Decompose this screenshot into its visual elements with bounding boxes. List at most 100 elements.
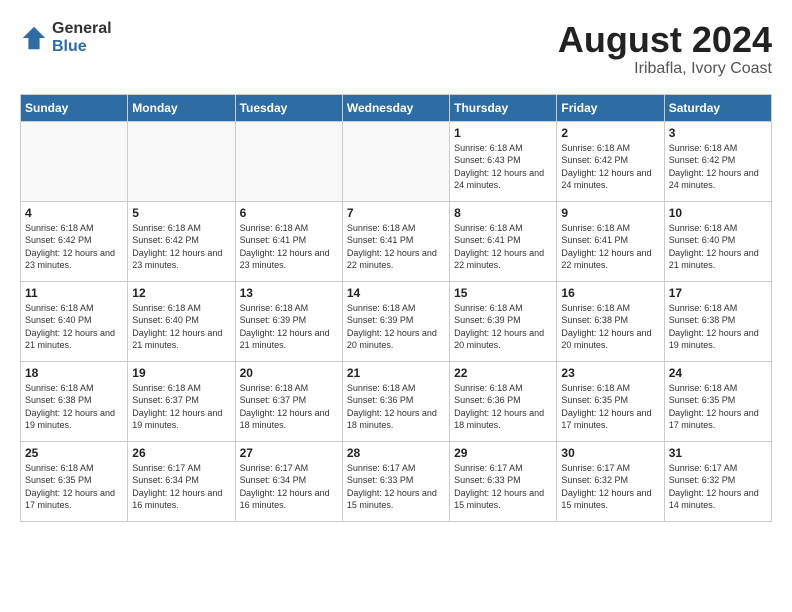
day-number: 31 bbox=[669, 446, 767, 460]
weekday-header-wednesday: Wednesday bbox=[342, 94, 449, 121]
day-info: Sunrise: 6:18 AM Sunset: 6:40 PM Dayligh… bbox=[669, 222, 767, 272]
logo-general: General bbox=[52, 20, 112, 38]
day-number: 19 bbox=[132, 366, 230, 380]
day-info: Sunrise: 6:18 AM Sunset: 6:39 PM Dayligh… bbox=[240, 302, 338, 352]
calendar-cell: 17 Sunrise: 6:18 AM Sunset: 6:38 PM Dayli… bbox=[664, 281, 771, 361]
day-number: 27 bbox=[240, 446, 338, 460]
day-info: Sunrise: 6:17 AM Sunset: 6:34 PM Dayligh… bbox=[132, 462, 230, 512]
calendar-cell: 6 Sunrise: 6:18 AM Sunset: 6:41 PM Daylig… bbox=[235, 201, 342, 281]
calendar-cell: 24 Sunrise: 6:18 AM Sunset: 6:35 PM Dayli… bbox=[664, 361, 771, 441]
day-info: Sunrise: 6:18 AM Sunset: 6:41 PM Dayligh… bbox=[240, 222, 338, 272]
day-info: Sunrise: 6:17 AM Sunset: 6:33 PM Dayligh… bbox=[454, 462, 552, 512]
logo-icon bbox=[20, 24, 48, 52]
page-header: General Blue August 2024 Iribafla, Ivory… bbox=[20, 20, 772, 78]
calendar-cell: 1Sunrise: 6:18 AM Sunset: 6:43 PM Daylig… bbox=[450, 121, 557, 201]
day-number: 4 bbox=[25, 206, 123, 220]
day-number: 24 bbox=[669, 366, 767, 380]
day-number: 21 bbox=[347, 366, 445, 380]
calendar-cell: 27 Sunrise: 6:17 AM Sunset: 6:34 PM Dayli… bbox=[235, 441, 342, 521]
calendar-cell: 12 Sunrise: 6:18 AM Sunset: 6:40 PM Dayli… bbox=[128, 281, 235, 361]
day-number: 13 bbox=[240, 286, 338, 300]
day-info: Sunrise: 6:17 AM Sunset: 6:33 PM Dayligh… bbox=[347, 462, 445, 512]
calendar-cell: 9Sunrise: 6:18 AM Sunset: 6:41 PM Daylig… bbox=[557, 201, 664, 281]
day-number: 5 bbox=[132, 206, 230, 220]
day-number: 10 bbox=[669, 206, 767, 220]
day-info: Sunrise: 6:17 AM Sunset: 6:32 PM Dayligh… bbox=[669, 462, 767, 512]
day-info: Sunrise: 6:18 AM Sunset: 6:43 PM Dayligh… bbox=[454, 142, 552, 192]
day-info: Sunrise: 6:18 AM Sunset: 6:35 PM Dayligh… bbox=[561, 382, 659, 432]
calendar-cell bbox=[342, 121, 449, 201]
day-info: Sunrise: 6:18 AM Sunset: 6:38 PM Dayligh… bbox=[25, 382, 123, 432]
calendar-table: SundayMondayTuesdayWednesdayThursdayFrid… bbox=[20, 94, 772, 522]
day-number: 30 bbox=[561, 446, 659, 460]
day-info: Sunrise: 6:18 AM Sunset: 6:39 PM Dayligh… bbox=[347, 302, 445, 352]
day-number: 12 bbox=[132, 286, 230, 300]
day-number: 28 bbox=[347, 446, 445, 460]
day-info: Sunrise: 6:18 AM Sunset: 6:42 PM Dayligh… bbox=[561, 142, 659, 192]
calendar-cell: 4Sunrise: 6:18 AM Sunset: 6:42 PM Daylig… bbox=[21, 201, 128, 281]
calendar-cell: 20 Sunrise: 6:18 AM Sunset: 6:37 PM Dayli… bbox=[235, 361, 342, 441]
day-number: 23 bbox=[561, 366, 659, 380]
calendar-cell: 30 Sunrise: 6:17 AM Sunset: 6:32 PM Dayli… bbox=[557, 441, 664, 521]
day-info: Sunrise: 6:18 AM Sunset: 6:41 PM Dayligh… bbox=[454, 222, 552, 272]
calendar-cell: 11Sunrise: 6:18 AM Sunset: 6:40 PM Dayli… bbox=[21, 281, 128, 361]
calendar-cell: 23 Sunrise: 6:18 AM Sunset: 6:35 PM Dayli… bbox=[557, 361, 664, 441]
weekday-header-thursday: Thursday bbox=[450, 94, 557, 121]
calendar-cell: 10 Sunrise: 6:18 AM Sunset: 6:40 PM Dayli… bbox=[664, 201, 771, 281]
day-number: 15 bbox=[454, 286, 552, 300]
calendar-cell: 16 Sunrise: 6:18 AM Sunset: 6:38 PM Dayli… bbox=[557, 281, 664, 361]
title-month: August 2024 bbox=[558, 20, 772, 60]
day-info: Sunrise: 6:18 AM Sunset: 6:36 PM Dayligh… bbox=[454, 382, 552, 432]
day-info: Sunrise: 6:17 AM Sunset: 6:34 PM Dayligh… bbox=[240, 462, 338, 512]
calendar-cell: 2 Sunrise: 6:18 AM Sunset: 6:42 PM Daylig… bbox=[557, 121, 664, 201]
title-block: August 2024 Iribafla, Ivory Coast bbox=[558, 20, 772, 78]
day-number: 26 bbox=[132, 446, 230, 460]
calendar-cell: 31 Sunrise: 6:17 AM Sunset: 6:32 PM Dayli… bbox=[664, 441, 771, 521]
day-number: 25 bbox=[25, 446, 123, 460]
day-number: 2 bbox=[561, 126, 659, 140]
day-number: 6 bbox=[240, 206, 338, 220]
day-info: Sunrise: 6:18 AM Sunset: 6:40 PM Dayligh… bbox=[25, 302, 123, 352]
day-number: 16 bbox=[561, 286, 659, 300]
calendar-cell: 8 Sunrise: 6:18 AM Sunset: 6:41 PM Daylig… bbox=[450, 201, 557, 281]
logo: General Blue bbox=[20, 20, 112, 55]
day-info: Sunrise: 6:18 AM Sunset: 6:38 PM Dayligh… bbox=[669, 302, 767, 352]
day-info: Sunrise: 6:18 AM Sunset: 6:38 PM Dayligh… bbox=[561, 302, 659, 352]
day-number: 17 bbox=[669, 286, 767, 300]
calendar-cell: 28 Sunrise: 6:17 AM Sunset: 6:33 PM Dayli… bbox=[342, 441, 449, 521]
day-info: Sunrise: 6:18 AM Sunset: 6:40 PM Dayligh… bbox=[132, 302, 230, 352]
calendar-cell: 19 Sunrise: 6:18 AM Sunset: 6:37 PM Dayli… bbox=[128, 361, 235, 441]
day-info: Sunrise: 6:18 AM Sunset: 6:35 PM Dayligh… bbox=[669, 382, 767, 432]
day-number: 14 bbox=[347, 286, 445, 300]
weekday-header-saturday: Saturday bbox=[664, 94, 771, 121]
day-number: 20 bbox=[240, 366, 338, 380]
calendar-cell: 29 Sunrise: 6:17 AM Sunset: 6:33 PM Dayli… bbox=[450, 441, 557, 521]
title-location: Iribafla, Ivory Coast bbox=[558, 60, 772, 78]
day-info: Sunrise: 6:18 AM Sunset: 6:41 PM Dayligh… bbox=[347, 222, 445, 272]
calendar-cell: 25Sunrise: 6:18 AM Sunset: 6:35 PM Dayli… bbox=[21, 441, 128, 521]
calendar-cell: 14 Sunrise: 6:18 AM Sunset: 6:39 PM Dayli… bbox=[342, 281, 449, 361]
calendar-cell bbox=[128, 121, 235, 201]
weekday-header-friday: Friday bbox=[557, 94, 664, 121]
day-number: 22 bbox=[454, 366, 552, 380]
day-number: 3 bbox=[669, 126, 767, 140]
calendar-cell: 22 Sunrise: 6:18 AM Sunset: 6:36 PM Dayli… bbox=[450, 361, 557, 441]
calendar-cell: 3Sunrise: 6:18 AM Sunset: 6:42 PM Daylig… bbox=[664, 121, 771, 201]
weekday-header-sunday: Sunday bbox=[21, 94, 128, 121]
day-info: Sunrise: 6:18 AM Sunset: 6:37 PM Dayligh… bbox=[240, 382, 338, 432]
calendar-cell: 13 Sunrise: 6:18 AM Sunset: 6:39 PM Dayli… bbox=[235, 281, 342, 361]
calendar-cell: 18 Sunrise: 6:18 AM Sunset: 6:38 PM Dayli… bbox=[21, 361, 128, 441]
day-info: Sunrise: 6:18 AM Sunset: 6:41 PM Dayligh… bbox=[561, 222, 659, 272]
logo-text: General Blue bbox=[52, 20, 112, 55]
day-info: Sunrise: 6:18 AM Sunset: 6:37 PM Dayligh… bbox=[132, 382, 230, 432]
day-number: 29 bbox=[454, 446, 552, 460]
day-number: 18 bbox=[25, 366, 123, 380]
calendar-cell: 7 Sunrise: 6:18 AM Sunset: 6:41 PM Daylig… bbox=[342, 201, 449, 281]
day-info: Sunrise: 6:18 AM Sunset: 6:42 PM Dayligh… bbox=[132, 222, 230, 272]
day-number: 8 bbox=[454, 206, 552, 220]
calendar-cell: 5 Sunrise: 6:18 AM Sunset: 6:42 PM Daylig… bbox=[128, 201, 235, 281]
day-info: Sunrise: 6:17 AM Sunset: 6:32 PM Dayligh… bbox=[561, 462, 659, 512]
calendar-cell bbox=[21, 121, 128, 201]
calendar-cell: 15Sunrise: 6:18 AM Sunset: 6:39 PM Dayli… bbox=[450, 281, 557, 361]
day-number: 7 bbox=[347, 206, 445, 220]
